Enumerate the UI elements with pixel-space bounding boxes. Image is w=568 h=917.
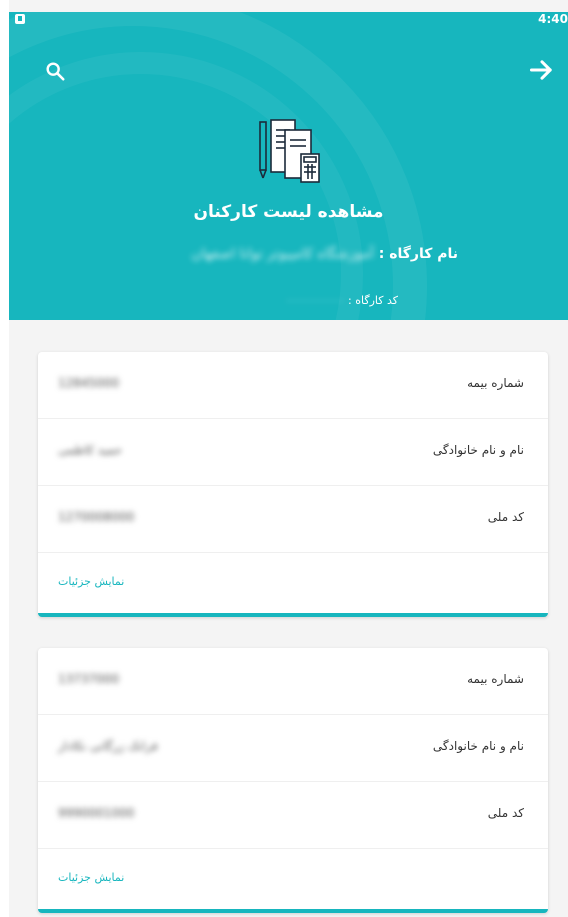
insurance-number-row: شماره بیمه 13737000: [38, 648, 548, 715]
workshop-code-label: کد کارگاه :: [348, 294, 398, 307]
details-row: نمایش جزئیات: [38, 553, 548, 613]
full-name-row: نام و نام خانوادگی حمید کاظمی: [38, 419, 548, 486]
insurance-number-value: 13737000: [58, 672, 120, 686]
workshop-name: نام کارگاه : آموزشگاه کامپیوتر توانا اصف…: [191, 246, 458, 262]
details-row: نمایش جزئیات: [38, 849, 548, 909]
arrow-right-icon[interactable]: [528, 56, 556, 84]
show-details-link[interactable]: نمایش جزئیات: [58, 871, 124, 884]
employee-card: شماره بیمه 12845000 نام و نام خانوادگی ح…: [38, 352, 548, 617]
insurance-number-label: شماره بیمه: [467, 672, 524, 686]
full-name-value: فرانک زرگانی نکادار: [58, 739, 158, 753]
documents-icon: [259, 119, 320, 183]
app-screen: 4:40 مشاهده لیست کارکنان نام کارگاه: آم…: [0, 0, 568, 917]
status-time: 4:40: [538, 12, 568, 26]
workshop-code-value: ۰۰۰۰۰۰۰۰۰۰: [285, 294, 345, 307]
full-name-value: حمید کاظمی: [58, 443, 122, 457]
national-code-value: 1270008000: [58, 510, 135, 524]
workshop-code: کد کارگاه : ۰۰۰۰۰۰۰۰۰۰: [285, 294, 398, 307]
insurance-number-label: شماره بیمه: [467, 376, 524, 390]
search-icon[interactable]: [44, 60, 66, 82]
workshop-name-label: نام کارگاه :: [378, 246, 458, 262]
national-code-row: کد ملی 1270008000: [38, 486, 548, 553]
workshop-name-value: آموزشگاه کامپیوتر توانا اصفهان: [191, 246, 374, 262]
full-name-label: نام و نام خانوادگی: [432, 739, 524, 753]
screen-edge: [0, 0, 9, 917]
insurance-number-row: شماره بیمه 12845000: [38, 352, 548, 419]
show-details-link[interactable]: نمایش جزئیات: [58, 575, 124, 588]
national-code-label: کد ملی: [487, 510, 524, 524]
national-code-row: کد ملی 9990001000: [38, 782, 548, 849]
notification-icon: [15, 14, 25, 24]
national-code-value: 9990001000: [58, 806, 135, 820]
insurance-number-value: 12845000: [58, 376, 120, 390]
page-title: مشاهده لیست کارکنان: [193, 202, 384, 222]
full-name-label: نام و نام خانوادگی: [432, 443, 524, 457]
header: 4:40 مشاهده لیست کارکنان نام کارگاه: آم…: [9, 12, 568, 320]
employee-card: شماره بیمه 13737000 نام و نام خانوادگی ف…: [38, 648, 548, 913]
full-name-row: نام و نام خانوادگی فرانک زرگانی نکادار: [38, 715, 548, 782]
national-code-label: کد ملی: [487, 806, 524, 820]
